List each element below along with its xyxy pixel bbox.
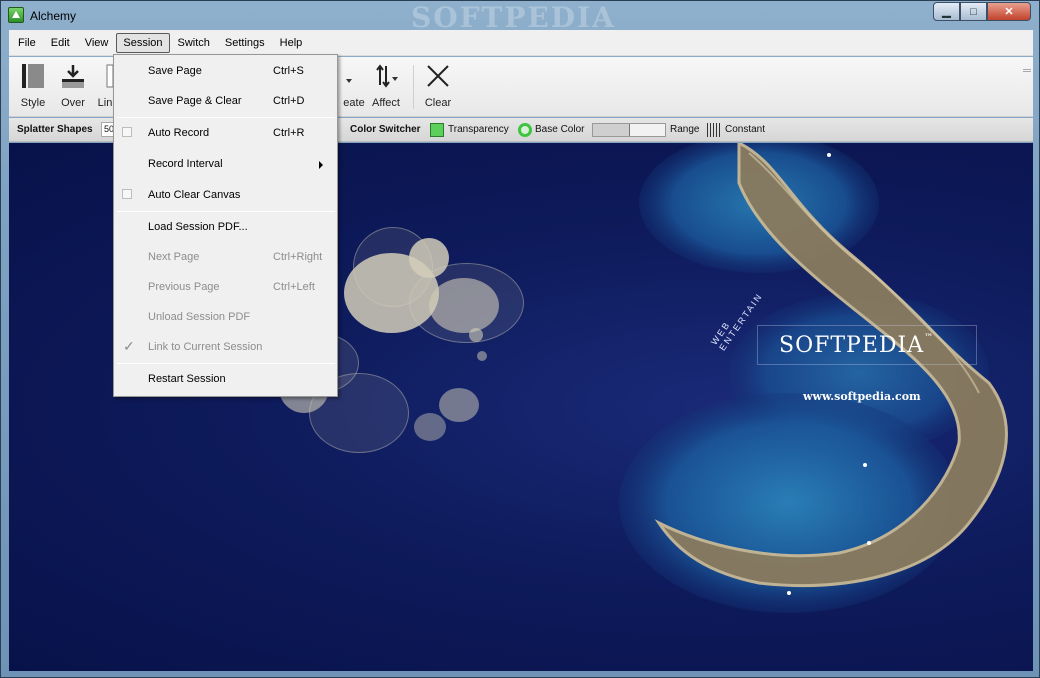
menu-item-label: Save Page [148, 65, 202, 77]
menu-item-shortcut: Ctrl+R [273, 127, 305, 139]
menu-item-shortcut: Ctrl+S [273, 65, 304, 77]
softpedia-url: www.softpedia.com [803, 390, 921, 403]
transparency-label[interactable]: Transparency [448, 124, 509, 135]
menu-item-shortcut: Ctrl+Right [273, 251, 323, 263]
splatter-blob [409, 238, 449, 278]
menu-item-label: Unload Session PDF [148, 311, 251, 323]
line-label: Lin [97, 97, 113, 109]
menu-link-current-session[interactable]: ✓ Link to Current Session [116, 335, 335, 361]
menu-separator [117, 117, 335, 118]
menu-item-shortcut: Ctrl+Left [273, 281, 315, 293]
menu-help[interactable]: Help [273, 33, 310, 53]
window-title: Alchemy [30, 9, 77, 23]
menu-record-interval[interactable]: Record Interval [116, 152, 335, 178]
line-button[interactable]: Lin [95, 61, 115, 115]
menu-separator [117, 363, 335, 364]
menu-item-label: Next Page [148, 251, 200, 263]
splatter-blob [477, 351, 487, 361]
menu-unload-session-pdf[interactable]: Unload Session PDF [116, 305, 335, 331]
island-artwork [619, 143, 1008, 613]
toolbar-grip[interactable] [1023, 69, 1031, 72]
constant-icon[interactable] [707, 123, 721, 137]
menu-file[interactable]: File [11, 33, 43, 53]
menu-auto-record[interactable]: Auto Record Ctrl+R [116, 121, 335, 147]
session-menu-dropdown: Save Page Ctrl+S Save Page & Clear Ctrl+… [113, 54, 338, 397]
create-button[interactable]: eate [339, 61, 369, 115]
maximize-button[interactable]: □ [960, 2, 987, 21]
download-icon [55, 61, 91, 91]
affect-button[interactable]: Affect [369, 61, 403, 115]
line-icon [95, 61, 115, 91]
minimize-icon: ▁ [942, 6, 951, 18]
base-color-label[interactable]: Base Color [535, 124, 584, 135]
menu-item-label: Link to Current Session [148, 341, 263, 353]
menu-save-page[interactable]: Save Page Ctrl+S [116, 59, 335, 85]
window-controls: ▁ □ ✕ [933, 2, 1031, 21]
affect-label: Affect [372, 97, 400, 109]
menu-settings[interactable]: Settings [218, 33, 272, 53]
menu-save-page-clear[interactable]: Save Page & Clear Ctrl+D [116, 89, 335, 115]
menu-edit[interactable]: Edit [44, 33, 77, 53]
minimize-button[interactable]: ▁ [933, 2, 960, 21]
menu-item-label: Auto Clear Canvas [148, 189, 241, 201]
close-icon: ✕ [1004, 6, 1014, 18]
menu-switch[interactable]: Switch [171, 33, 217, 53]
over-label: Over [61, 97, 85, 109]
menu-item-label: Auto Record [148, 127, 210, 139]
color-switcher-label: Color Switcher [350, 124, 421, 135]
auto-clear-checkbox[interactable] [122, 189, 132, 199]
range-label: Range [670, 124, 700, 135]
menu-auto-clear-canvas[interactable]: Auto Clear Canvas [116, 183, 335, 209]
menu-item-shortcut: Ctrl+D [273, 95, 305, 107]
menu-load-session-pdf[interactable]: Load Session PDF... [116, 215, 335, 241]
style-button[interactable]: Style [15, 61, 51, 115]
toolbar-separator [413, 65, 414, 109]
style-label: Style [20, 97, 46, 109]
splatter-shapes-label: Splatter Shapes [17, 124, 93, 135]
range-slider[interactable] [592, 123, 666, 137]
transparency-swatch[interactable] [430, 123, 444, 137]
menu-separator [117, 211, 335, 212]
splatter-blob [439, 388, 479, 422]
menu-session[interactable]: Session [116, 32, 170, 53]
submenu-arrow-icon [319, 161, 323, 169]
menu-previous-page[interactable]: Previous Page Ctrl+Left [116, 275, 335, 301]
splatter-blob [429, 278, 499, 333]
maximize-icon: □ [970, 5, 977, 18]
base-color-icon[interactable] [518, 123, 532, 137]
menu-item-label: Load Session PDF... [148, 221, 248, 233]
menu-view[interactable]: View [78, 33, 116, 53]
menu-bar: File Edit View Session Switch Settings H… [9, 30, 1033, 56]
clear-label: Clear [424, 97, 452, 109]
checkmark-icon: ✓ [123, 338, 135, 354]
menu-restart-session[interactable]: Restart Session [116, 367, 335, 393]
affect-icon [369, 61, 403, 91]
clear-x-icon [421, 61, 455, 91]
menu-next-page[interactable]: Next Page Ctrl+Right [116, 245, 335, 271]
menu-item-label: Save Page & Clear [148, 95, 242, 107]
clear-button[interactable]: Clear [421, 61, 455, 115]
splatter-blob [414, 413, 446, 441]
close-button[interactable]: ✕ [987, 2, 1031, 21]
over-button[interactable]: Over [55, 61, 91, 115]
auto-record-checkbox[interactable] [122, 127, 132, 137]
menu-item-label: Previous Page [148, 281, 220, 293]
style-icon [15, 61, 51, 91]
splatter-blob [469, 328, 483, 342]
constant-label[interactable]: Constant [725, 124, 765, 135]
menu-item-label: Record Interval [148, 158, 223, 170]
create-dropdown-icon [339, 61, 369, 91]
menu-item-label: Restart Session [148, 373, 226, 385]
create-label: eate [343, 97, 365, 109]
title-bar: Alchemy SOFTPEDIA ▁ □ ✕ [1, 1, 1039, 34]
alchemy-app-icon [8, 7, 24, 23]
